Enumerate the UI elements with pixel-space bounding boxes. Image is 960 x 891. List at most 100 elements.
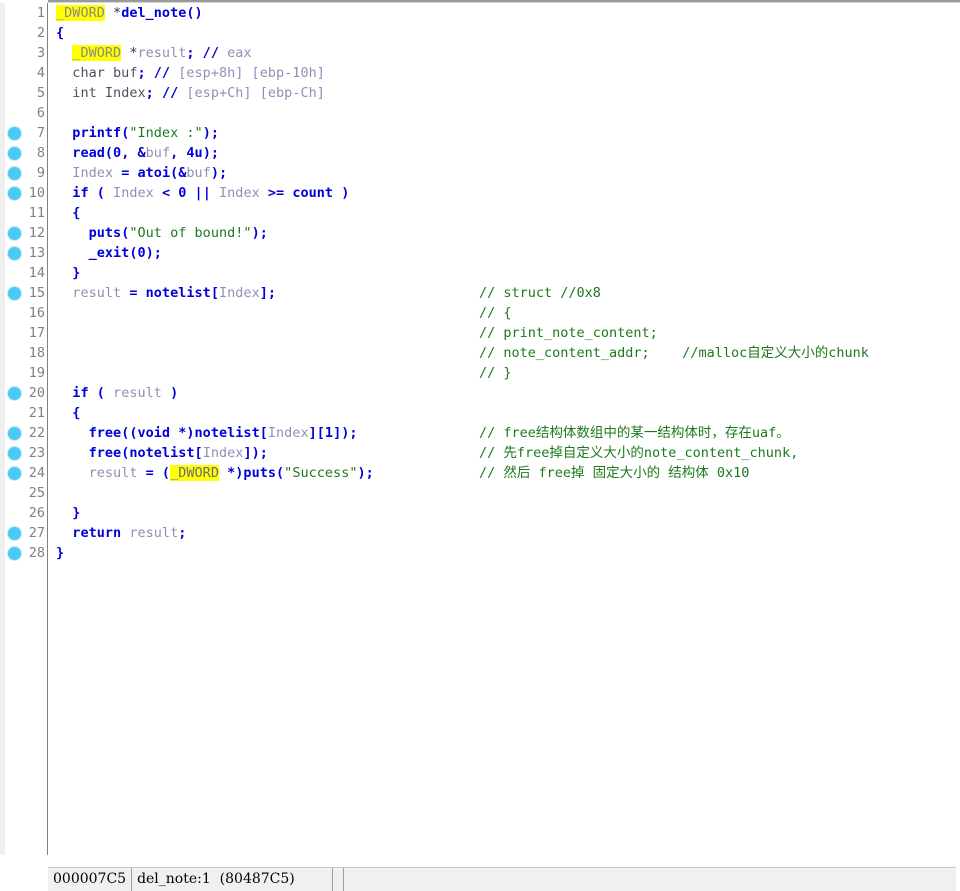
line-number: 26 [28, 505, 45, 521]
code-line[interactable]: printf("Index :"); [56, 123, 219, 143]
code-token-punc: ); [210, 165, 228, 181]
line-number: 3 [36, 45, 45, 61]
side-comment[interactable]: // } [479, 363, 512, 383]
code-line[interactable]: free(notelist[Index]); [56, 443, 268, 463]
status-bar-filler [344, 868, 957, 891]
code-line[interactable]: result = notelist[Index]; [56, 283, 276, 303]
code-token-kw: void [137, 425, 171, 441]
code-line[interactable]: puts("Out of bound!"); [56, 223, 268, 243]
code-token-punc: ); [145, 245, 162, 261]
code-token-punc: (& [170, 165, 187, 181]
code-token-loc: eax [218, 45, 252, 61]
code-token-kw: if [72, 385, 89, 401]
line-number: 12 [28, 225, 45, 241]
code-token-fn: atoi [137, 165, 171, 181]
line-number: 23 [28, 445, 45, 461]
code-token-kw: return [72, 525, 122, 541]
line-number: 13 [28, 245, 45, 261]
line-number: 2 [36, 25, 45, 41]
code-token-fn: free [88, 445, 122, 461]
side-comment[interactable]: // 先free掉自定义大小的note_content_chunk, [479, 443, 798, 463]
code-line[interactable]: if ( result ) [56, 383, 178, 403]
code-token-punc: { [56, 25, 65, 41]
code-token-num: 0 [137, 245, 146, 261]
code-line[interactable]: _DWORD *result; // eax [56, 43, 252, 63]
code-line[interactable]: } [56, 503, 80, 523]
status-location: del_note:1 (80487C5) [132, 868, 334, 891]
side-comment[interactable]: // print_note_content; [479, 323, 658, 343]
line-number: 4 [36, 65, 45, 81]
code-line[interactable]: _exit(0); [56, 243, 162, 263]
code-token-fn: puts [243, 465, 277, 481]
code-line[interactable]: int Index; // [esp+Ch] [ebp-Ch] [56, 83, 325, 103]
code-viewport[interactable]: 1 2 3 4 5 6 7 8 9 10 11 12 13 14 15 16 17 18 19 20 21 22 23 24 2… [0, 3, 960, 855]
code-line[interactable]: { [56, 403, 80, 423]
side-comment[interactable]: // note_content_addr; //malloc自定义大小的chun… [479, 343, 869, 363]
status-bar-inner: 000007C5 del_note:1 (80487C5) [48, 867, 957, 891]
line-number: 6 [36, 105, 45, 121]
code-token-loc: result [72, 285, 122, 301]
side-comment[interactable]: // { [479, 303, 512, 323]
code-token-glob: notelist [194, 425, 260, 441]
code-token-type: int [72, 85, 97, 101]
side-comment[interactable]: // struct //0x8 [479, 283, 601, 303]
line-number: 14 [28, 265, 45, 281]
line-number: 8 [36, 145, 45, 161]
code-token-punc: ( [88, 185, 114, 201]
code-token-type: buf [104, 65, 138, 81]
line-number: 10 [28, 185, 45, 201]
code-line[interactable]: { [56, 23, 64, 43]
line-number: 1 [36, 5, 45, 21]
code-token-punc: ][ [308, 425, 325, 441]
code-token-fn: del_note [121, 5, 187, 21]
pseudocode-window: 1 2 3 4 5 6 7 8 9 10 11 12 13 14 15 16 17 18 19 20 21 22 23 24 2… [0, 0, 960, 891]
code-token-loc: buf [186, 165, 211, 181]
code-token-loc: [esp+Ch] [ebp-Ch] [178, 85, 325, 101]
editor-gutter[interactable]: 1 2 3 4 5 6 7 8 9 10 11 12 13 14 15 16 17 18 19 20 21 22 23 24 2… [0, 3, 48, 855]
line-number: 15 [28, 285, 45, 301]
code-token-type: Index [96, 85, 146, 101]
code-line[interactable]: } [56, 263, 80, 283]
code-token-punc: ( [276, 465, 285, 481]
code-line[interactable]: free((void *)notelist[Index][1]); [56, 423, 358, 443]
side-comment[interactable]: // 然后 free掉 固定大小的 结构体 0x10 [479, 463, 749, 483]
code-token-fn: free [88, 425, 122, 441]
code-token-punc: ( [88, 385, 114, 401]
code-line[interactable]: read(0, &buf, 4u); [56, 143, 219, 163]
code-line[interactable]: { [56, 203, 80, 223]
line-number: 20 [28, 385, 45, 401]
code-token-punc: ); [202, 125, 219, 141]
code-token-punc: ; [145, 85, 162, 101]
code-line[interactable]: if ( Index < 0 || Index >= count ) [56, 183, 349, 203]
line-number: 22 [28, 425, 45, 441]
code-token-punc: } [56, 545, 65, 561]
code-line[interactable]: return result; [56, 523, 186, 543]
code-token-punc: ); [357, 465, 374, 481]
code-token-dword: _DWORD [72, 45, 122, 61]
code-token-punc: ); [202, 145, 219, 161]
line-number: 16 [28, 305, 45, 321]
code-line[interactable]: char buf; // [esp+8h] [ebp-10h] [56, 63, 325, 83]
code-token-loc: Index [219, 185, 260, 201]
code-token-punc: = [121, 285, 146, 301]
code-token-loc: Index [113, 185, 154, 201]
code-token-punc: ( [104, 145, 114, 161]
code-line[interactable]: Index = atoi(&buf); [56, 163, 227, 183]
code-token-punc: () [186, 5, 203, 21]
code-token-punc: *) [170, 425, 195, 441]
code-line[interactable]: } [56, 543, 64, 563]
code-token-dword: _DWORD [56, 5, 105, 21]
code-line[interactable]: _DWORD *del_note() [56, 3, 203, 23]
line-number: 24 [28, 465, 45, 481]
code-token-plain: * [121, 45, 138, 61]
side-comment[interactable]: // free结构体数组中的某一结构体时，存在uaf。 [479, 423, 790, 443]
line-number: 19 [28, 365, 45, 381]
code-line[interactable]: result = (_DWORD *)puts("Success"); [56, 463, 374, 483]
